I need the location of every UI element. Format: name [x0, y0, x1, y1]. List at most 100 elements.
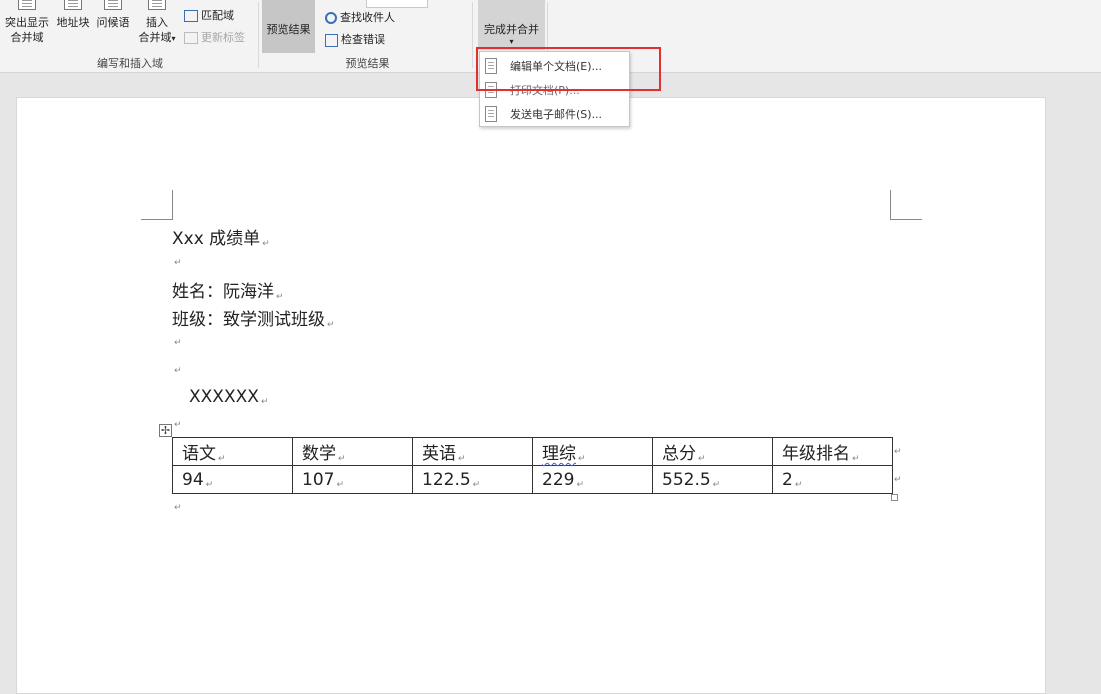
class-line-text: 班级：致学测试班级 — [172, 310, 325, 330]
cell-text: 229 — [542, 469, 575, 490]
cell-text: 552.5 — [662, 469, 711, 490]
paragraph-mark: ↵ — [794, 479, 803, 490]
update-labels-button[interactable]: 更新标签 — [184, 30, 245, 46]
cell-text: 英语 — [422, 444, 456, 464]
name-line-text: 姓名：阮海洋 — [172, 282, 274, 302]
menu-item-send-email[interactable]: 发送电子邮件(S)... — [480, 102, 629, 126]
doc-title-text: Xxx 成绩单 — [172, 229, 261, 249]
match-fields-label: 匹配域 — [201, 9, 234, 22]
preview-results-button[interactable]: 预览结果 — [262, 0, 315, 53]
paragraph-mark: ↵ — [472, 479, 481, 490]
greeting-line-label: 问候语 — [96, 16, 130, 29]
insert-merge-field-label: 插入 — [146, 16, 168, 29]
address-block-icon — [64, 0, 82, 10]
match-fields-button[interactable]: 匹配域 — [184, 8, 234, 24]
paragraph-mark: ↵ — [458, 454, 466, 464]
highlight-merge-fields-label-2: 合并域 — [10, 31, 44, 44]
email-icon — [485, 106, 497, 122]
annotation-highlight-box — [476, 47, 661, 91]
group-separator — [472, 2, 473, 68]
cell-text: 理综 — [542, 444, 576, 464]
table-header-cell[interactable]: 年级排名 ↵ — [772, 437, 893, 466]
table-header-cell[interactable]: 英语 ↵ — [412, 437, 533, 466]
highlight-fields-icon — [18, 0, 36, 10]
paragraph-mark: ↵ — [262, 239, 270, 249]
highlight-merge-fields-label: 突出显示 — [5, 16, 49, 29]
finish-merge-button[interactable]: 完成并合并 ▾ — [478, 0, 545, 50]
check-errors-button[interactable]: 检查错误 — [325, 32, 385, 48]
table-cell[interactable]: 107 ↵ — [292, 465, 413, 494]
paragraph-mark: ↵ — [174, 503, 182, 513]
table-cell[interactable]: 229 ↵ — [532, 465, 653, 494]
margin-corner-marker — [890, 190, 922, 220]
paragraph-mark: ↵ — [174, 420, 182, 430]
update-labels-icon — [184, 32, 198, 44]
cell-text: 107 — [302, 469, 335, 490]
find-recipient-label: 查找收件人 — [340, 11, 395, 24]
paragraph-mark: ↵ — [174, 258, 182, 268]
update-labels-label: 更新标签 — [201, 31, 245, 44]
score-table: 语文 ↵ 数学 ↵ 英语 ↵ 理综 ↵ 总分 ↵ 年级排名 ↵ 94 ↵ 107 ↵ 122.5… — [172, 437, 893, 494]
paragraph-mark: ↵ — [260, 397, 269, 407]
paragraph-mark: ↵ — [698, 454, 706, 464]
document-page[interactable]: Xxx 成绩单 ↵ ↵ 姓名：阮海洋 ↵ 班级：致学测试班级 ↵ ↵ ↵ XXXXXX… — [16, 97, 1046, 694]
group-label-preview: 预览结果 — [345, 57, 390, 70]
table-header-cell[interactable]: 语文 ↵ — [172, 437, 293, 466]
menu-item-label: 发送电子邮件(S)... — [510, 108, 603, 121]
record-number-input[interactable] — [366, 0, 428, 8]
cell-text: 语文 — [182, 444, 216, 464]
paragraph-mark: ↵ — [712, 479, 721, 490]
find-recipient-button[interactable]: 查找收件人 — [325, 10, 395, 26]
greeting-line-button[interactable]: 问候语 — [94, 0, 132, 30]
check-errors-icon — [325, 33, 338, 47]
insert-merge-field-icon — [148, 0, 166, 10]
table-cell[interactable]: 122.5 ↵ — [412, 465, 533, 494]
greeting-line-icon — [104, 0, 122, 10]
chevron-down-icon: ▾ — [509, 37, 514, 46]
table-cell[interactable]: 2 ↵ — [772, 465, 893, 494]
chevron-down-icon: ▾ — [171, 34, 176, 43]
table-resize-handle[interactable] — [891, 494, 898, 501]
class-line: 班级：致学测试班级 ↵ — [172, 305, 335, 330]
table-header-cell[interactable]: 理综 ↵ — [532, 437, 653, 466]
paragraph-mark: ↵ — [852, 454, 860, 464]
table-header-cell[interactable]: 数学 ↵ — [292, 437, 413, 466]
doc-title: Xxx 成绩单 ↵ — [172, 224, 270, 249]
paragraph-mark: ↵ — [174, 338, 182, 348]
placeholder-text: XXXXXX — [189, 387, 259, 407]
table-move-handle[interactable]: ✢ — [159, 424, 172, 437]
match-fields-icon — [184, 10, 198, 22]
cell-text: 数学 — [302, 444, 336, 464]
cell-text: 94 — [182, 469, 204, 490]
paragraph-mark: ↵ — [576, 479, 584, 490]
row-end-mark: ↵ — [894, 447, 902, 457]
name-line: 姓名：阮海洋 ↵ — [172, 277, 284, 302]
insert-merge-field-label-2: 合并域 — [138, 31, 172, 44]
paragraph-mark: ↵ — [276, 292, 284, 302]
paragraph-mark: ↵ — [336, 479, 344, 490]
insert-merge-field-label-2-row: 合并域▾ — [133, 30, 181, 46]
paragraph-mark: ↵ — [218, 454, 226, 464]
finish-merge-label: 完成并合并 — [484, 23, 539, 36]
check-errors-label: 检查错误 — [341, 33, 385, 46]
group-label-write-insert: 编写和插入域 — [97, 57, 163, 70]
address-block-button[interactable]: 地址块 — [54, 0, 92, 30]
group-separator — [258, 2, 259, 68]
paragraph-mark: ↵ — [578, 454, 586, 464]
cell-text: 总分 — [662, 444, 696, 464]
table-row: 语文 ↵ 数学 ↵ 英语 ↵ 理综 ↵ 总分 ↵ 年级排名 ↵ — [172, 437, 893, 466]
paragraph-mark: ↵ — [338, 454, 346, 464]
address-block-label: 地址块 — [56, 16, 90, 29]
preview-results-label: 预览结果 — [266, 23, 311, 36]
highlight-merge-fields-button[interactable]: 突出显示 合并域 — [2, 0, 52, 45]
placeholder-line: XXXXXX ↵ — [189, 387, 268, 407]
cell-text: 2 — [782, 469, 793, 490]
table-cell[interactable]: 552.5 ↵ — [652, 465, 773, 494]
margin-corner-marker — [141, 190, 173, 220]
paragraph-mark: ↵ — [327, 320, 335, 330]
table-cell[interactable]: 94 ↵ — [172, 465, 293, 494]
insert-merge-field-button[interactable]: 插入 合并域▾ — [133, 0, 181, 46]
table-header-cell[interactable]: 总分 ↵ — [652, 437, 773, 466]
table-row: 94 ↵ 107 ↵ 122.5 ↵ 229 ↵ 552.5 ↵ 2 ↵ — [172, 465, 893, 494]
cell-text: 年级排名 — [782, 444, 850, 464]
